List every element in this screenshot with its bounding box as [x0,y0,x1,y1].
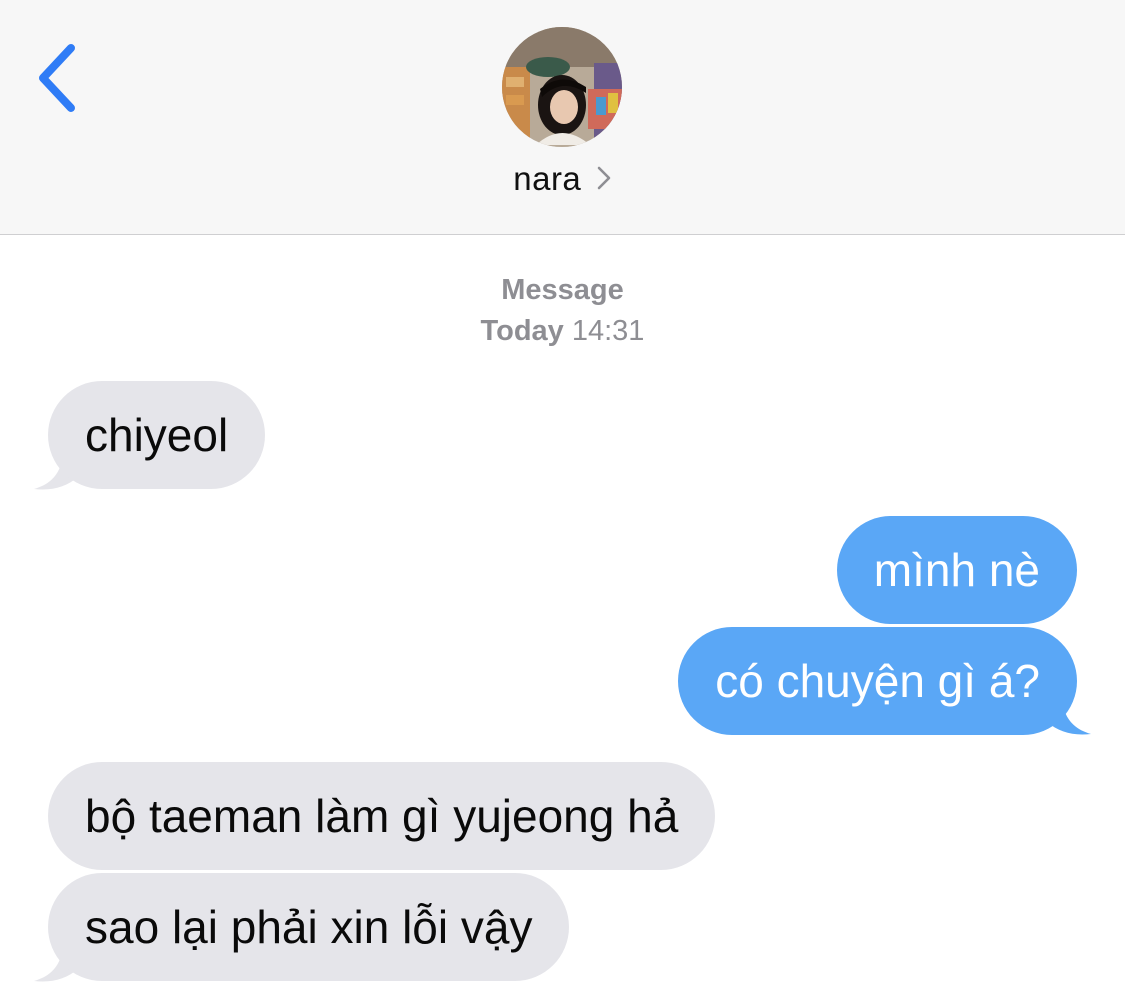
back-button[interactable] [30,36,90,116]
conversation-timestamp: Message Today 14:31 [0,270,1125,352]
message-bubble-received[interactable]: bộ taeman làm gì yujeong hả [48,762,716,870]
message-bubble-received[interactable]: chiyeol [48,381,266,489]
timestamp-time: 14:31 [571,315,645,347]
contact-avatar[interactable] [502,27,622,147]
message-bubble-received[interactable]: sao lại phải xin lỗi vậy [48,873,570,981]
chevron-left-icon [39,44,75,112]
timestamp-datetime: Today 14:31 [0,311,1125,352]
timestamp-day: Today [480,315,564,347]
contact-name: nara [513,160,582,197]
message-bubble-sent[interactable]: mình nè [836,516,1077,624]
message-bubble-sent[interactable]: có chuyện gì á? [678,627,1077,735]
chevron-right-icon [597,166,611,190]
contact-name-button[interactable]: nara [0,160,1125,198]
timestamp-label: Message [501,274,624,306]
avatar-photo [502,27,622,147]
conversation-header: nara [0,0,1125,235]
